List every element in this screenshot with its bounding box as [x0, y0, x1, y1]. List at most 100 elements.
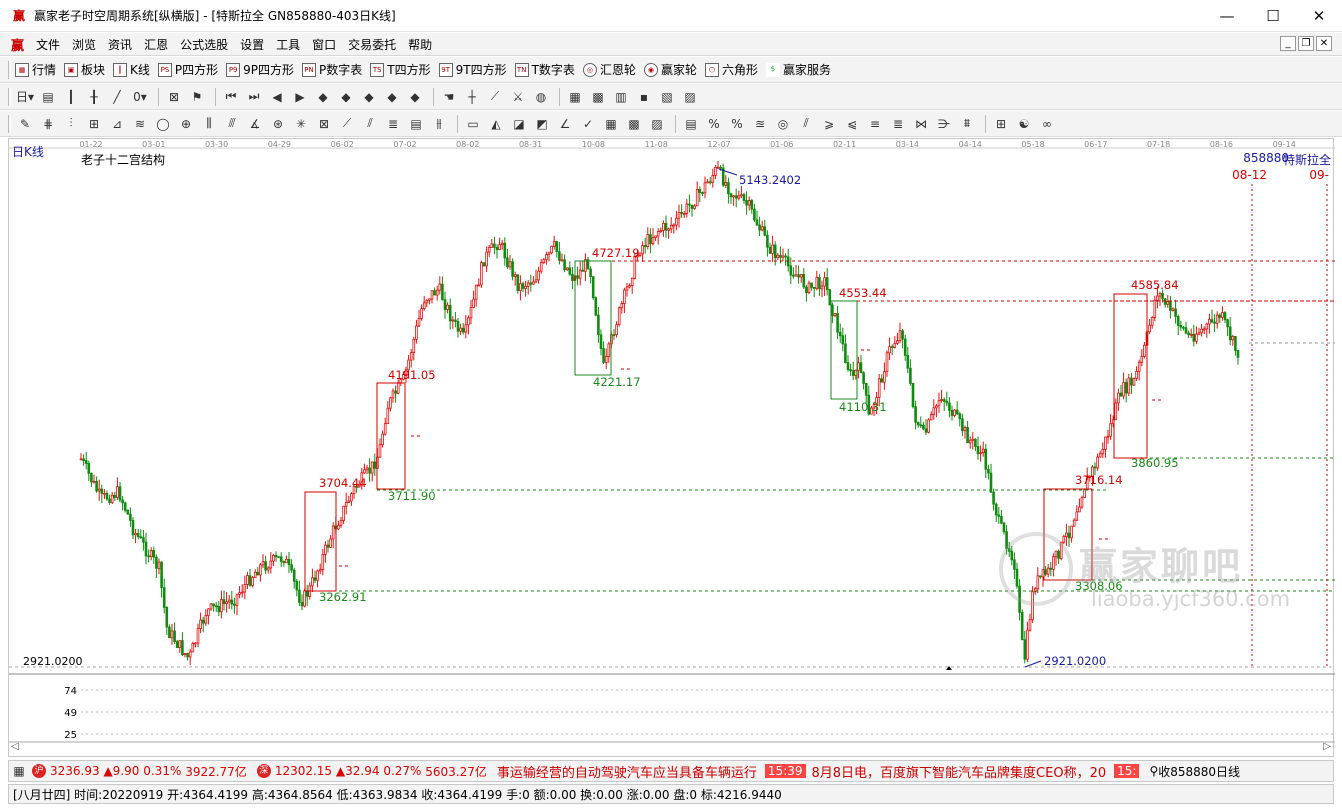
calendar-icon[interactable]: ▦ — [565, 87, 585, 107]
print-icon[interactable]: ▧ — [657, 87, 677, 107]
comb-icon[interactable]: ⫵ — [429, 114, 449, 134]
fib-icon[interactable]: ≣ — [383, 114, 403, 134]
globe-icon[interactable]: ◍ — [531, 87, 551, 107]
net-icon[interactable]: ⊠ — [314, 114, 334, 134]
toolbar-p-table-button[interactable]: PN P数字表 — [302, 61, 362, 78]
scroll-left-icon[interactable]: ◁ — [11, 741, 19, 752]
line-icon[interactable]: ╱ — [107, 87, 127, 107]
target-icon[interactable]: ⊛ — [268, 114, 288, 134]
toolbar-t-square-button[interactable]: TS T四方形 — [370, 61, 431, 78]
menu-help[interactable]: 帮助 — [402, 36, 438, 53]
chart-style-icon[interactable]: ▤ — [38, 87, 58, 107]
menu-settings[interactable]: 设置 — [234, 36, 270, 53]
menu-news[interactable]: 资讯 — [102, 36, 138, 53]
first-icon[interactable]: ⏮ — [221, 87, 241, 107]
mdi-close-icon[interactable]: ✕ — [1316, 36, 1332, 51]
export-icon[interactable]: ▨ — [680, 87, 700, 107]
coin-icon[interactable]: ◎ — [773, 114, 793, 134]
hatch-icon[interactable]: ▨ — [647, 114, 667, 134]
menu-window[interactable]: 窗口 — [306, 36, 342, 53]
star-icon[interactable]: ✳ — [291, 114, 311, 134]
spokes-icon[interactable]: ⊕ — [176, 114, 196, 134]
candle-small-icon[interactable]: ╂ — [84, 87, 104, 107]
flag-icon[interactable]: ⚑ — [187, 87, 207, 107]
ruler-icon[interactable]: ⋕ — [38, 114, 58, 134]
move-up-icon[interactable]: ◆ — [359, 87, 379, 107]
move-down-icon[interactable]: ◆ — [382, 87, 402, 107]
shanghai-index[interactable]: 沪 3236.93 ▲9.90 0.31% 3922.77亿 — [32, 763, 247, 780]
slant-box-icon[interactable]: ◩ — [532, 114, 552, 134]
boxlines-icon[interactable]: ⋺ — [934, 114, 954, 134]
bars-icon[interactable]: ⫼ — [199, 114, 219, 134]
speed-icon[interactable]: ⩾ — [819, 114, 839, 134]
calculator-icon[interactable]: ▩ — [588, 87, 608, 107]
news-ticker-2[interactable]: 8月8日电，百度旗下智能汽车品牌集度CEO称，20 — [812, 762, 1107, 781]
toolbar-t-table-button[interactable]: TN T数字表 — [514, 61, 575, 78]
menu-file[interactable]: 文件 — [30, 36, 66, 53]
angle-icon[interactable]: ∡ — [245, 114, 265, 134]
parallel-icon[interactable]: ⫽ — [360, 114, 380, 134]
gold-icon[interactable]: ≊ — [750, 114, 770, 134]
zero-dropdown[interactable]: 0▾ — [130, 87, 150, 107]
gann-icon[interactable]: ⊿ — [107, 114, 127, 134]
toolbar-service-button[interactable]: $ 赢家服务 — [765, 61, 831, 78]
toolbar-quotes-button[interactable]: ▦ 行情 — [15, 61, 56, 78]
pen-icon[interactable]: ✎ — [15, 114, 35, 134]
shenzhen-index[interactable]: 深 12302.15 ▲32.94 0.27% 5603.27亿 — [256, 763, 487, 780]
table-icon[interactable]: ▦ — [601, 114, 621, 134]
menu-formula-select[interactable]: 公式选股 — [174, 36, 234, 53]
gold-lines-icon[interactable]: ≣ — [888, 114, 908, 134]
trend-icon[interactable]: ⟋ — [485, 87, 505, 107]
last-icon[interactable]: ⏭ — [244, 87, 264, 107]
toolbar-sector-button[interactable]: ▣ 板块 — [64, 61, 105, 78]
triangle-icon[interactable]: ◭ — [486, 114, 506, 134]
menu-browse[interactable]: 浏览 — [66, 36, 102, 53]
trend2-icon[interactable]: ⫽ — [796, 114, 816, 134]
close-button[interactable]: ✕ — [1296, 0, 1342, 32]
grid-draw-icon[interactable]: ⊞ — [84, 114, 104, 134]
fan-icon[interactable]: ⫶ — [61, 114, 81, 134]
toolbar-hexagon-button[interactable]: ⬡ 六角形 — [704, 61, 758, 78]
menu-tools[interactable]: 工具 — [270, 36, 306, 53]
circle-icon[interactable]: ◯ — [153, 114, 173, 134]
percent-line-icon[interactable]: % — [704, 114, 724, 134]
menu-huien[interactable]: 汇恩 — [138, 36, 174, 53]
grid-toggle-icon[interactable]: ⊞ — [991, 114, 1011, 134]
percent-icon[interactable]: % — [727, 114, 747, 134]
fan2-icon[interactable]: ⩿ — [842, 114, 862, 134]
wave-icon[interactable]: ≋ — [130, 114, 150, 134]
yinyang-icon[interactable]: ☯ — [1014, 114, 1034, 134]
minimize-button[interactable]: — — [1204, 0, 1250, 32]
table2-icon[interactable]: ▩ — [624, 114, 644, 134]
mdi-restore-icon[interactable]: ❐ — [1298, 36, 1314, 51]
kline-chart-panel[interactable]: 01-22 03-01 03-30 04-29 06-02 07-02 08-02 08-31… — [8, 138, 1335, 758]
status-grid-icon[interactable]: ▦ — [9, 761, 29, 781]
infinity-icon[interactable]: ∞ — [1037, 114, 1057, 134]
move-left-icon[interactable]: ◆ — [405, 87, 425, 107]
toolbar-huien-wheel-button[interactable]: ◎ 汇恩轮 — [582, 61, 636, 78]
toolbar-9t-square-button[interactable]: 9T 9T四方形 — [438, 61, 507, 78]
save-icon[interactable]: ▪ — [634, 87, 654, 107]
kline-chart[interactable]: 01-22 03-01 03-30 04-29 06-02 07-02 08-02 08-31… — [9, 139, 1335, 758]
menu-trade[interactable]: 交易委托 — [342, 36, 402, 53]
prev-icon[interactable]: ◀ — [267, 87, 287, 107]
notes-icon[interactable]: ▥ — [611, 87, 631, 107]
scroll-right-icon[interactable]: ▷ — [1323, 741, 1331, 752]
shirt-icon[interactable]: ⚔ — [508, 87, 528, 107]
cross-grid-icon[interactable]: ⊠ — [164, 87, 184, 107]
check-icon[interactable]: ✓ — [578, 114, 598, 134]
box-icon[interactable]: ▤ — [406, 114, 426, 134]
toolbar-9p-square-button[interactable]: P9 9P四方形 — [226, 61, 294, 78]
cycle-icon[interactable]: ⫻ — [222, 114, 242, 134]
split-icon[interactable]: ⋈ — [911, 114, 931, 134]
angle2-icon[interactable]: ∠ — [555, 114, 575, 134]
bar-icon[interactable]: ┃ — [61, 87, 81, 107]
scale-icon[interactable]: ⩩ — [957, 114, 977, 134]
mdi-minimize-icon[interactable]: _ — [1280, 36, 1296, 51]
zoom-in-icon[interactable]: ◆ — [313, 87, 333, 107]
news-ticker-1[interactable]: 事运输经营的自动驾驶汽车应当具备车辆运行 — [497, 762, 757, 781]
maximize-button[interactable]: ☐ — [1250, 0, 1296, 32]
next-icon[interactable]: ▶ — [290, 87, 310, 107]
ray-icon[interactable]: ⟋ — [337, 114, 357, 134]
rect-icon[interactable]: ▭ — [463, 114, 483, 134]
